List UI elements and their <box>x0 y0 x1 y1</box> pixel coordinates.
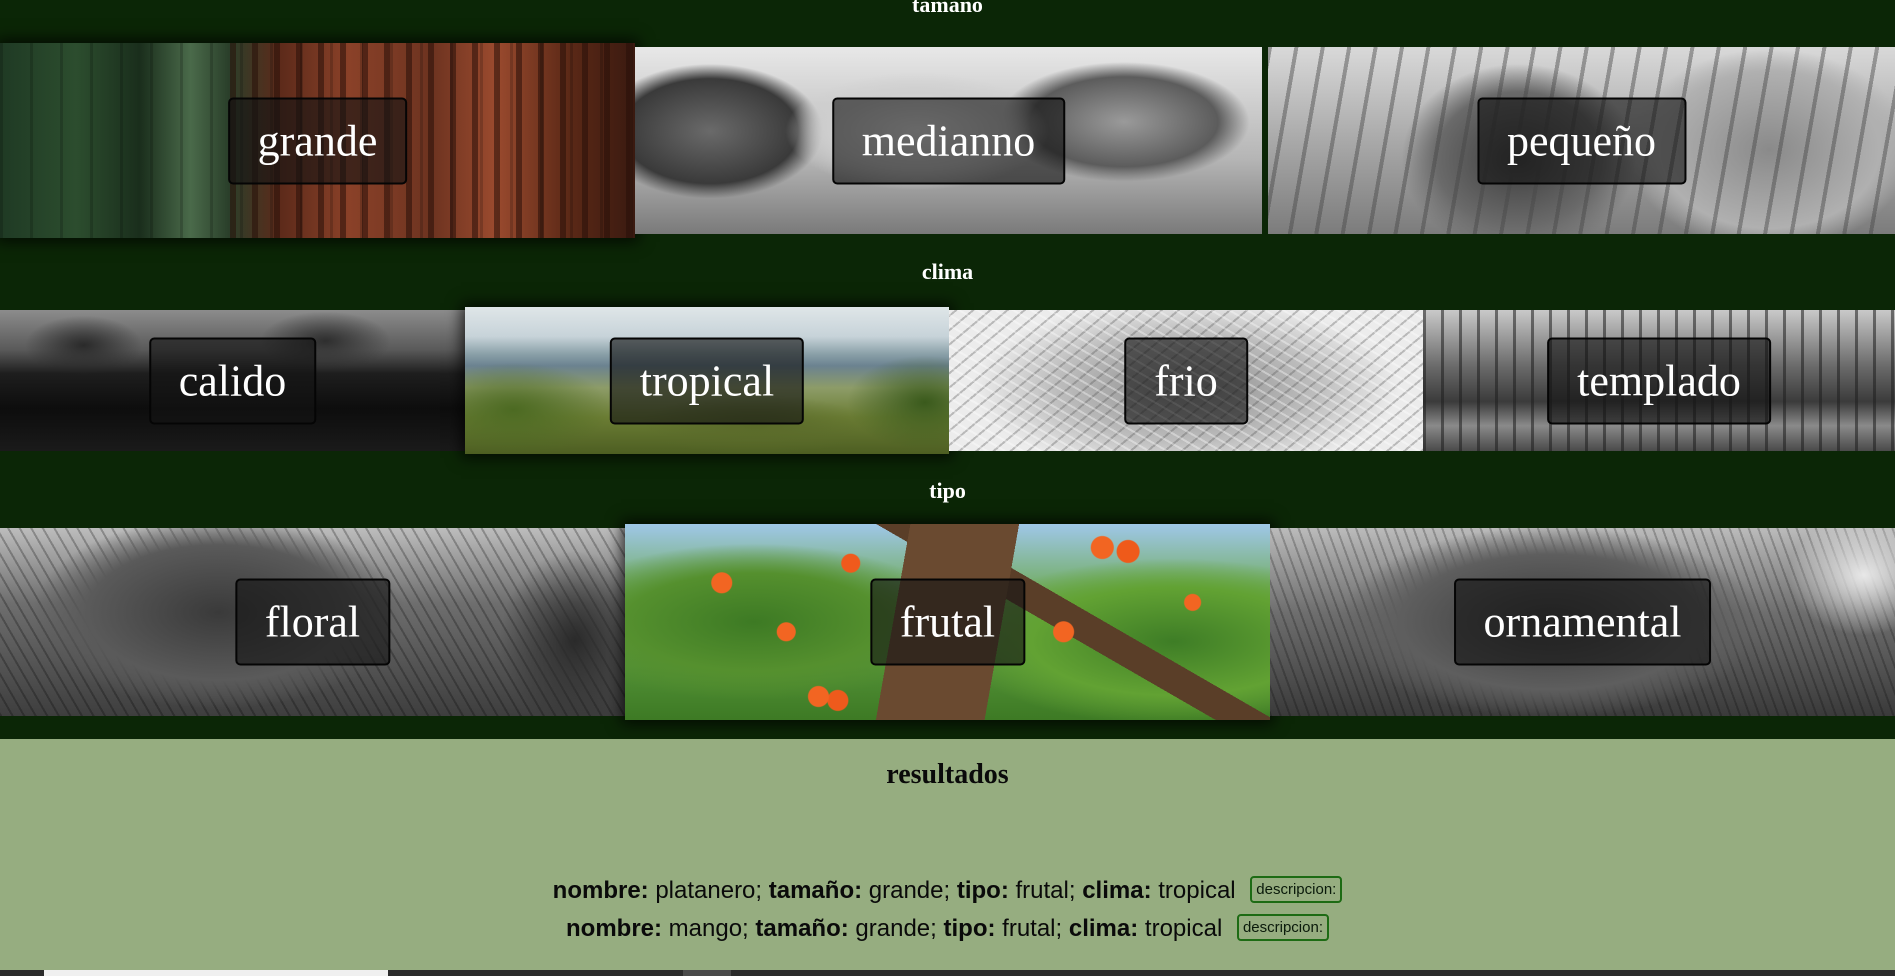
climate-option-tropical[interactable]: tropical <box>465 307 949 454</box>
type-option-floral[interactable]: floral <box>0 528 625 716</box>
size-option-label: medianno <box>831 97 1066 184</box>
type-heading: tipo <box>929 478 966 503</box>
size-option-label: grande <box>227 97 408 184</box>
size-option-mediano[interactable]: medianno <box>635 47 1262 234</box>
climate-option-label: calido <box>148 337 317 424</box>
climate-label: clima: <box>1068 915 1139 942</box>
size-label: tamaño: <box>768 877 863 904</box>
description-button[interactable]: descripcion: <box>1236 914 1329 942</box>
bottom-strip-segment <box>683 970 731 976</box>
climate-option-calido[interactable]: calido <box>0 310 465 451</box>
result-item: nombre: mango; tamaño: grande; tipo: fru… <box>0 914 1895 943</box>
size-option-pequeno[interactable]: pequeño <box>1268 47 1895 234</box>
result-size: grande; <box>868 877 951 904</box>
result-item: nombre: platanero; tamaño: grande; tipo:… <box>0 876 1895 905</box>
type-option-label: frutal <box>869 578 1026 666</box>
type-option-frutal[interactable]: frutal <box>625 524 1270 720</box>
size-option-grande[interactable]: grande <box>0 43 635 238</box>
result-name: platanero; <box>655 877 763 904</box>
bottom-strip <box>0 970 1895 976</box>
bottom-strip-segment <box>44 970 388 976</box>
climate-option-label: frio <box>1124 337 1248 424</box>
climate-option-templado[interactable]: templado <box>1423 310 1895 451</box>
type-label: tipo: <box>943 915 996 942</box>
size-label: tamaño: <box>755 915 849 942</box>
climate-option-label: tropical <box>609 337 805 424</box>
climate-heading: clima <box>921 259 974 284</box>
size-heading: tamaño <box>912 0 983 17</box>
climate-option-label: templado <box>1547 337 1771 424</box>
result-climate: tropical <box>1144 915 1223 942</box>
climate-label: clima: <box>1082 877 1152 904</box>
type-option-ornamental[interactable]: ornamental <box>1270 528 1895 716</box>
size-row: grande medianno pequeño <box>0 43 1895 238</box>
name-label: nombre: <box>552 877 649 904</box>
result-type: frutal; <box>1002 915 1063 942</box>
results-panel: resultados nombre: platanero; tamaño: gr… <box>0 739 1895 976</box>
results-title: resultados <box>886 759 1009 790</box>
type-label: tipo: <box>956 877 1009 904</box>
result-size: grande; <box>855 915 937 942</box>
type-row: floral frutal ornamental <box>0 524 1895 720</box>
type-option-label: floral <box>234 578 391 666</box>
climate-option-frio[interactable]: frio <box>949 310 1423 451</box>
climate-row: calido tropical frio templado <box>0 307 1895 454</box>
result-climate: tropical <box>1158 877 1236 904</box>
description-button[interactable]: descripcion: <box>1250 876 1343 904</box>
size-option-label: pequeño <box>1476 97 1687 184</box>
name-label: nombre: <box>566 915 662 942</box>
result-name: mango; <box>668 915 749 942</box>
type-option-label: ornamental <box>1453 578 1712 666</box>
result-type: frutal; <box>1015 877 1076 904</box>
